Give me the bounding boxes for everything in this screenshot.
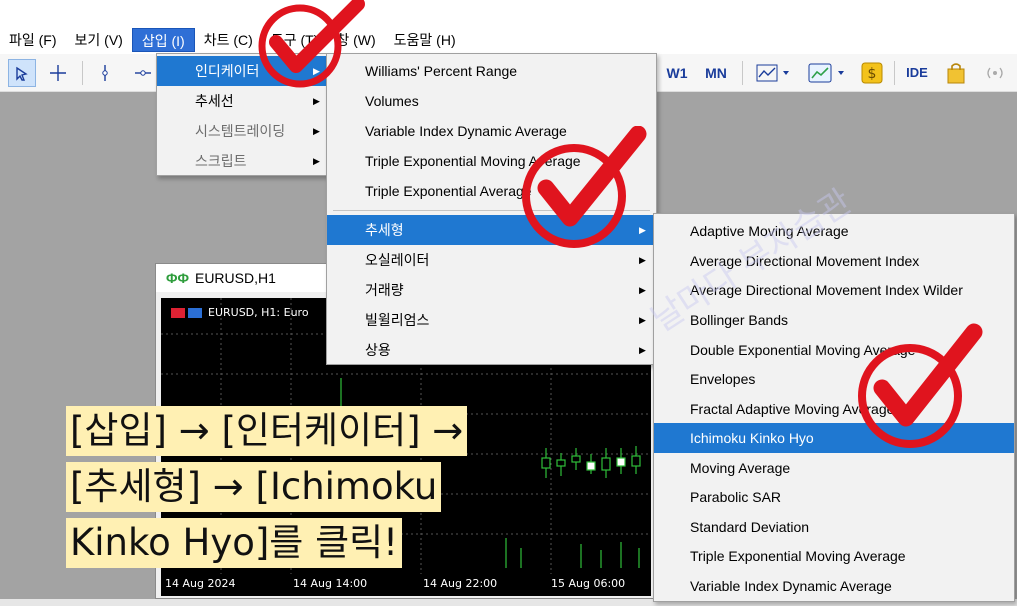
cursor-tool-icon[interactable] (8, 59, 36, 87)
instruction-line-1: [삽입] → [인터케이터] → (66, 406, 468, 456)
menu-item-scripts[interactable]: 스크립트 ▶ (157, 146, 327, 176)
chart-info-label: EURUSD, H1: Euro (171, 306, 309, 319)
menu-item-tema-trend[interactable]: Triple Exponential Moving Average (654, 541, 1014, 571)
menu-item-volumes[interactable]: Volumes (327, 86, 656, 116)
menu-item-label: 빌윌리엄스 (365, 312, 430, 328)
time-axis-label: 15 Aug 06:00 (551, 577, 626, 590)
chart-symbol-text: EURUSD, H1: Euro (208, 306, 309, 319)
signal-icon[interactable] (980, 59, 1010, 87)
menu-item-label: 오실레이터 (365, 252, 430, 268)
menu-item-vidya-trend[interactable]: Variable Index Dynamic Average (654, 571, 1014, 601)
menu-item-label: 시스템트레이딩 (195, 123, 286, 139)
templates-dropdown-icon[interactable] (806, 59, 852, 87)
menu-item-label: 상용 (365, 342, 391, 358)
menu-help[interactable]: 도움말 (H) (385, 28, 465, 52)
menu-item-parabolic-sar[interactable]: Parabolic SAR (654, 482, 1014, 512)
menu-item-volume-indicators[interactable]: 거래량 ▶ (327, 275, 656, 305)
menu-bar: 파일 (F) 보기 (V) 삽입 (I) 차트 (C) 도구 (T) 창 (W)… (0, 26, 1017, 54)
submenu-arrow-icon: ▶ (639, 345, 646, 355)
toolbar-separator (742, 61, 743, 85)
menu-item-label: 인디케이터 (195, 63, 260, 79)
instruction-line-2: [추세형] → [Ichimoku (66, 462, 442, 512)
menu-item-bill-williams[interactable]: 빌윌리엄스 ▶ (327, 305, 656, 335)
checkmark-icon (258, 0, 365, 88)
menu-item-label: 추세형 (365, 222, 404, 238)
vertical-line-tool-icon[interactable] (92, 59, 118, 87)
time-axis-label: 14 Aug 2024 (165, 577, 236, 590)
submenu-arrow-icon: ▶ (313, 126, 320, 136)
ide-button[interactable]: IDE (902, 59, 932, 87)
timeframe-mn-button[interactable]: MN (700, 59, 732, 87)
menu-item-williams-percent-range[interactable]: Williams' Percent Range (327, 56, 656, 86)
menu-item-custom[interactable]: 상용 ▶ (327, 335, 656, 365)
menu-item-label: 거래량 (365, 282, 404, 298)
menu-view[interactable]: 보기 (V) (66, 28, 132, 52)
horizontal-line-tool-icon[interactable] (130, 59, 156, 87)
chart-candles-icon: ΦΦ (166, 270, 189, 286)
chart-mode-icon (188, 308, 202, 318)
dollar-icon[interactable]: $ (858, 59, 886, 87)
market-bag-icon[interactable] (942, 59, 970, 87)
menu-file[interactable]: 파일 (F) (0, 28, 66, 52)
submenu-arrow-icon: ▶ (313, 156, 320, 166)
menu-charts[interactable]: 차트 (C) (195, 28, 262, 52)
chart-type-dropdown-icon[interactable] (754, 59, 796, 87)
crosshair-tool-icon[interactable] (44, 59, 72, 87)
time-axis: 14 Aug 2024 14 Aug 14:00 14 Aug 22:00 15… (161, 574, 651, 596)
menu-item-moving-average[interactable]: Moving Average (654, 453, 1014, 483)
menu-item-label: 추세선 (195, 93, 234, 109)
checkmark-icon (522, 126, 647, 248)
time-axis-label: 14 Aug 14:00 (293, 577, 368, 590)
toolbar-separator (894, 61, 895, 85)
submenu-arrow-icon: ▶ (639, 315, 646, 325)
timeframe-w1-button[interactable]: W1 (662, 59, 692, 87)
menu-item-label: 스크립트 (195, 153, 247, 169)
menu-item-expert-advisors[interactable]: 시스템트레이딩 ▶ (157, 116, 327, 146)
menu-insert[interactable]: 삽입 (I) (131, 28, 195, 52)
menu-item-standard-deviation[interactable]: Standard Deviation (654, 512, 1014, 542)
instruction-line-3: Kinko Hyo]를 클릭! (66, 518, 403, 568)
time-axis-label: 14 Aug 22:00 (423, 577, 498, 590)
flag-icon (171, 308, 185, 318)
checkmark-icon (858, 323, 983, 448)
chart-window-title: EURUSD,H1 (194, 270, 276, 286)
toolbar-separator (82, 61, 83, 85)
svg-text:$: $ (868, 66, 877, 82)
